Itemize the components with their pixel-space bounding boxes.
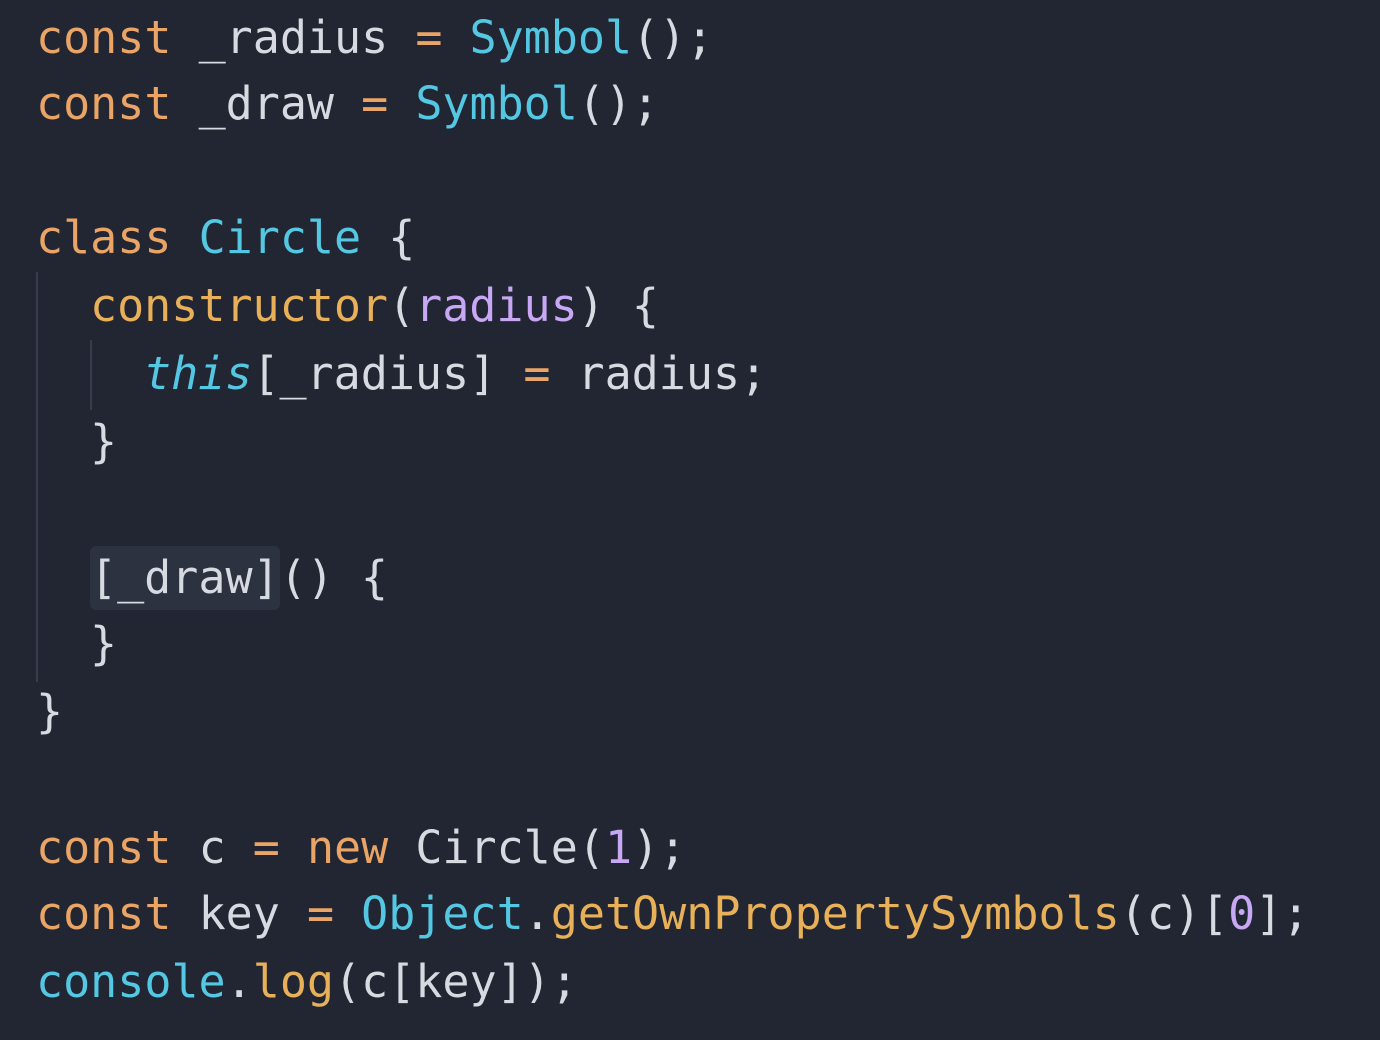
operator-assign: = [361, 77, 389, 130]
call-args: (c) [1119, 887, 1202, 940]
value-radius: radius; [577, 347, 768, 400]
code-line-13: const c = new Circle(1); [36, 818, 686, 878]
code-editor[interactable]: const _radius = Symbol(); const _draw = … [0, 0, 1380, 1040]
method-get-own-property-symbols: getOwnPropertySymbols [550, 887, 1120, 940]
number-literal: 0 [1228, 887, 1256, 940]
code-line-10: } [90, 614, 117, 674]
identifier-radius-symbol: _radius [198, 11, 389, 64]
identifier-c: c [198, 821, 226, 874]
open-bracket: [ [1201, 887, 1229, 940]
keyword-new: new [306, 821, 389, 874]
computed-access-radius: [_radius] [252, 347, 497, 400]
object-ref: Object [361, 887, 524, 940]
keyword-const: const [36, 11, 172, 64]
close-brace-class: } [36, 685, 64, 738]
call-args: (c[key]); [334, 955, 578, 1008]
code-line-4: class Circle { [36, 208, 415, 268]
operator-assign: = [252, 821, 280, 874]
code-line-6: this[_radius] = radius; [144, 344, 767, 404]
call-parens: (); [632, 11, 714, 64]
operator-assign: = [306, 887, 335, 940]
code-line-1: const _radius = Symbol(); [36, 8, 713, 68]
identifier-draw-symbol: _draw [198, 77, 335, 130]
class-ref-circle: Circle [415, 821, 578, 874]
dot: . [225, 955, 253, 1008]
code-line-11: } [36, 682, 63, 742]
keyword-const: const [36, 77, 172, 130]
operator-assign: = [523, 347, 551, 400]
operator-assign: = [415, 11, 443, 64]
identifier-key: key [198, 887, 280, 940]
method-parens-brace: () { [279, 551, 389, 604]
code-line-14: const key = Object.getOwnPropertySymbols… [36, 884, 1309, 944]
code-line-9: [_draw]() { [90, 548, 388, 608]
code-line-7: } [90, 412, 117, 472]
class-name-circle: Circle [198, 211, 362, 264]
method-constructor: constructor [90, 279, 389, 332]
open-paren: ( [577, 821, 605, 874]
open-brace: { [388, 211, 416, 264]
method-log: log [252, 955, 335, 1008]
close-paren-brace: ) { [577, 279, 659, 332]
method-draw: [_draw] [90, 551, 280, 604]
open-paren: ( [388, 279, 416, 332]
number-literal: 1 [604, 821, 633, 874]
keyword-class: class [36, 211, 172, 264]
close-brace: } [90, 415, 118, 468]
symbol-call: Symbol [415, 77, 578, 130]
close-bracket-semicolon: ]; [1255, 887, 1310, 940]
symbol-call: Symbol [469, 11, 633, 64]
close-brace: } [90, 617, 118, 670]
call-parens: (); [577, 77, 660, 130]
keyword-const: const [36, 821, 172, 874]
code-line-15: console.log(c[key]); [36, 952, 578, 1012]
keyword-const: const [36, 887, 172, 940]
indent-guide-class [36, 272, 38, 682]
console-ref: console [36, 955, 226, 1008]
dot: . [523, 887, 551, 940]
code-line-2: const _draw = Symbol(); [36, 74, 659, 134]
close-paren-semicolon: ); [632, 821, 687, 874]
code-line-5: constructor(radius) { [90, 276, 659, 336]
keyword-this: this [144, 347, 253, 400]
param-radius: radius [415, 279, 578, 332]
indent-guide-constructor [90, 340, 92, 410]
